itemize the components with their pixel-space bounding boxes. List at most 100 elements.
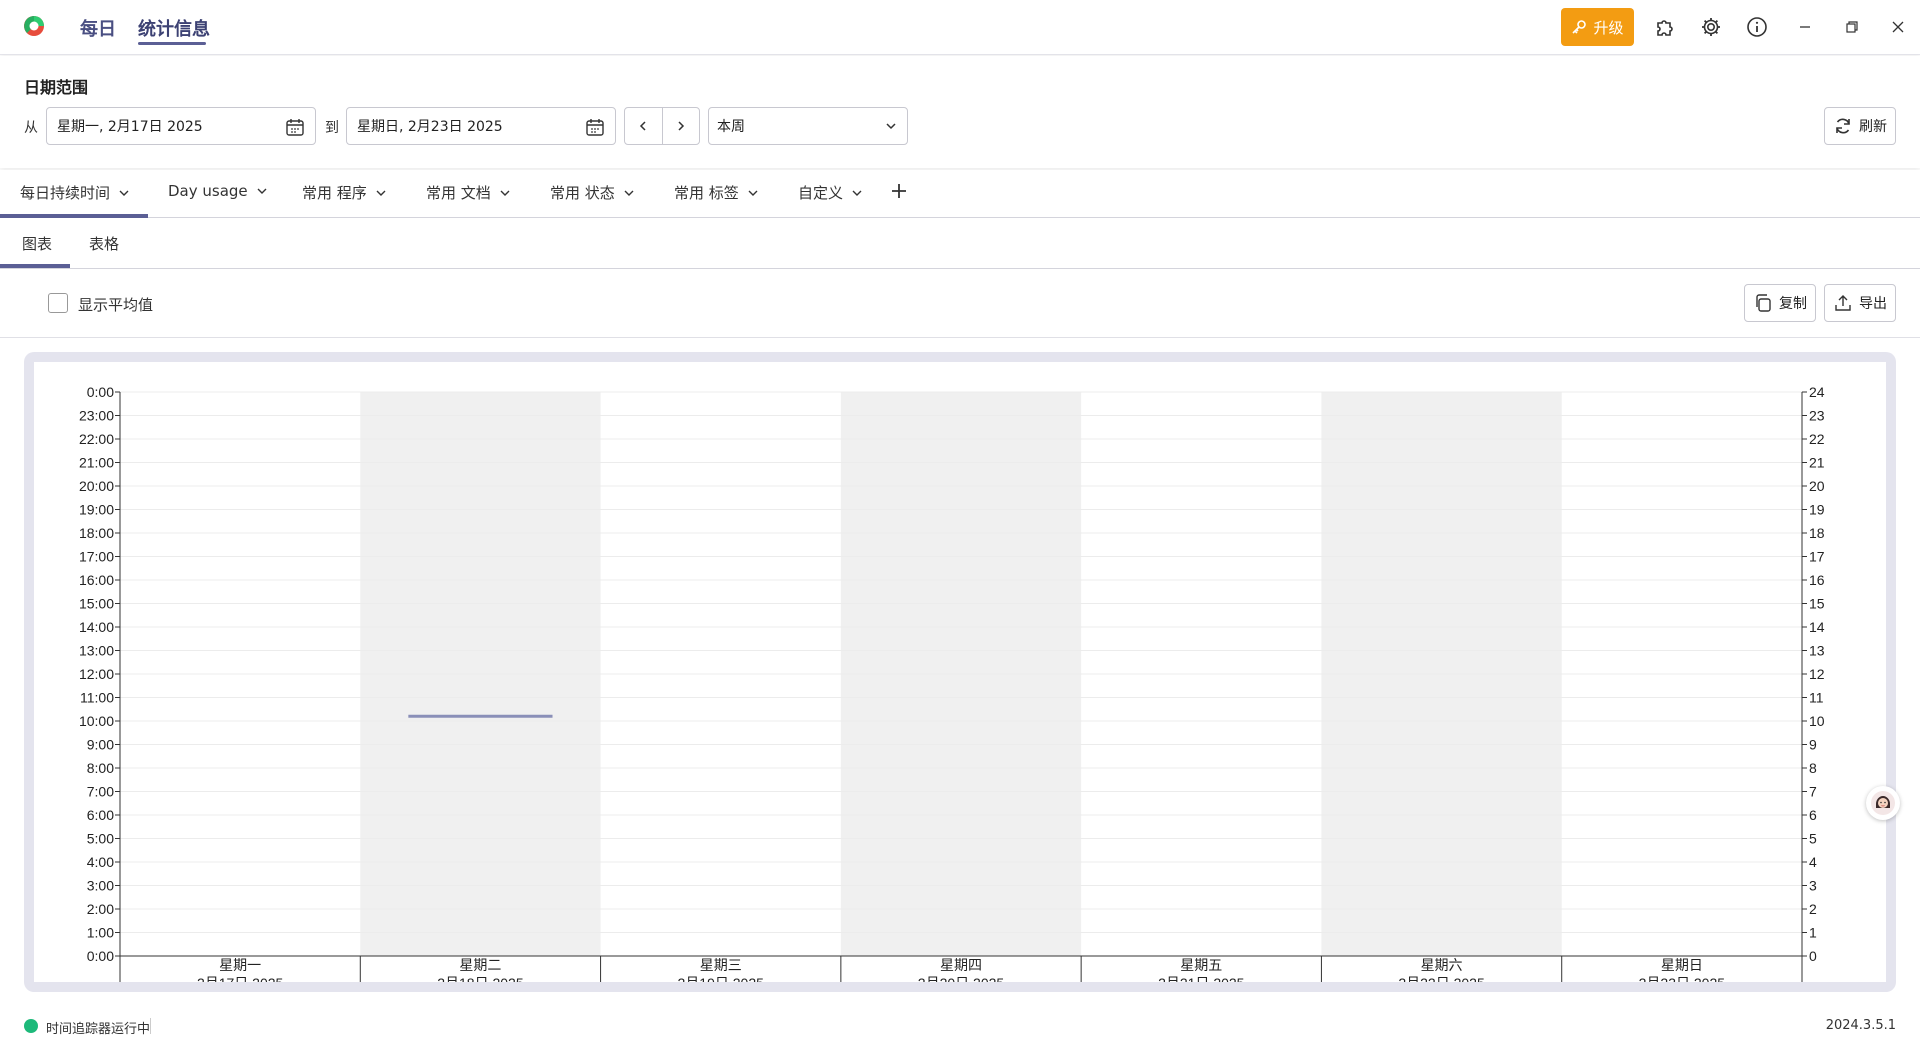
add-tab-button[interactable] — [890, 178, 910, 204]
tab-chart[interactable]: 图表 — [22, 233, 52, 254]
status-separator — [150, 1018, 151, 1034]
to-label: 到 — [325, 120, 339, 136]
y-right-tick-label: 20 — [1809, 478, 1825, 494]
upgrade-button[interactable]: 升级 — [1561, 8, 1634, 46]
y-right-tick-label: 12 — [1809, 666, 1825, 682]
y-left-tick-label: 8:00 — [87, 760, 114, 776]
chart-area: 0:00 1:00 2:00 3:00 4:00 5:00 6:00 7:00 8:00 9:00… — [34, 362, 1886, 982]
y-right-tick-label: 22 — [1809, 431, 1825, 447]
tab-daily[interactable]: 每日 — [80, 15, 116, 41]
x-tick-label-weekday: 星期一 — [219, 957, 261, 973]
tab-daily-duration[interactable]: 每日持续时间 — [20, 182, 130, 203]
chart-toolbar: 显示平均值 复制 导出 — [0, 270, 1920, 338]
app-logo-icon — [24, 16, 44, 36]
tracker-status-indicator — [24, 1019, 38, 1033]
y-left-tick-label: 18:00 — [79, 525, 114, 541]
x-tick-label-date: 2月17日 2025 — [197, 975, 284, 982]
x-tick-label-weekday: 星期三 — [700, 957, 742, 973]
x-tick-label-weekday: 星期四 — [940, 957, 982, 973]
title-bar: 每日 统计信息 升级 — [0, 0, 1920, 55]
restore-icon[interactable] — [1839, 14, 1865, 40]
y-left-tick-label: 11:00 — [80, 690, 114, 706]
copy-icon — [1756, 294, 1771, 312]
y-left-tick-label: 10:00 — [79, 713, 114, 729]
tab-common-documents[interactable]: 常用 文档 — [426, 182, 511, 203]
chevron-down-icon — [624, 190, 634, 196]
y-left-tick-label: 3:00 — [87, 878, 114, 894]
y-right-tick-label: 14 — [1809, 619, 1825, 635]
puzzle-icon[interactable] — [1652, 14, 1678, 40]
y-left-tick-label: 1:00 — [87, 925, 114, 941]
y-right-tick-label: 18 — [1809, 525, 1825, 541]
x-tick-label-weekday: 星期六 — [1421, 957, 1463, 973]
to-date-field[interactable]: 星期日, 2月23日 2025 — [346, 107, 616, 145]
y-right-tick-label: 0 — [1809, 948, 1817, 964]
y-right-tick-label: 1 — [1809, 925, 1817, 941]
next-period-button[interactable] — [663, 108, 700, 144]
tab-common-tags[interactable]: 常用 标签 — [674, 182, 759, 203]
y-left-tick-label: 23:00 — [79, 408, 114, 424]
y-right-tick-label: 16 — [1809, 572, 1825, 588]
tab-common-status[interactable]: 常用 状态 — [550, 182, 635, 203]
y-right-tick-label: 19 — [1809, 502, 1825, 518]
chevron-left-icon — [640, 121, 646, 131]
y-left-tick-label: 13:00 — [79, 643, 114, 659]
y-left-tick-label: 22:00 — [79, 431, 114, 447]
y-right-tick-label: 8 — [1809, 760, 1817, 776]
x-tick-label-date: 2月21日 2025 — [1158, 975, 1245, 982]
calendar-icon[interactable] — [585, 117, 605, 137]
x-tick-label-date: 2月23日 2025 — [1639, 975, 1726, 982]
y-left-tick-label: 2:00 — [87, 901, 114, 917]
chart-frame: 0:00 1:00 2:00 3:00 4:00 5:00 6:00 7:00 8:00 9:00… — [24, 352, 1896, 992]
tab-table[interactable]: 表格 — [89, 233, 119, 254]
period-preset-select[interactable]: 本周 — [708, 107, 908, 145]
y-right-tick-label: 7 — [1809, 784, 1817, 800]
calendar-icon[interactable] — [285, 117, 305, 137]
tab-label: 自定义 — [798, 184, 844, 202]
export-label: 导出 — [1859, 296, 1887, 312]
tab-day-usage[interactable]: Day usage — [168, 182, 268, 200]
tab-statistics[interactable]: 统计信息 — [138, 15, 210, 41]
from-label: 从 — [24, 120, 38, 136]
y-left-tick-label: 0:00 — [87, 948, 114, 964]
tab-common-programs[interactable]: 常用 程序 — [302, 182, 387, 203]
status-bar: 时间追踪器运行中 2024.3.5.1 — [0, 1010, 1920, 1040]
key-icon — [1572, 20, 1587, 34]
show-average-checkbox[interactable] — [48, 293, 68, 313]
chevron-down-icon — [852, 190, 862, 196]
x-tick-label-weekday: 星期二 — [459, 957, 501, 973]
chevron-down-icon — [748, 190, 758, 196]
chevron-right-icon — [678, 121, 684, 131]
close-icon[interactable] — [1885, 14, 1911, 40]
refresh-label: 刷新 — [1859, 119, 1887, 135]
tab-label: 常用 状态 — [550, 184, 615, 202]
info-icon[interactable] — [1744, 14, 1770, 40]
tab-custom[interactable]: 自定义 — [798, 182, 863, 203]
tab-label: Day usage — [168, 182, 248, 200]
daily-duration-chart: 0:00 1:00 2:00 3:00 4:00 5:00 6:00 7:00 8:00 9:00… — [79, 384, 1825, 982]
show-average-label: 显示平均值 — [78, 296, 154, 314]
from-date-field[interactable]: 星期一, 2月17日 2025 — [46, 107, 316, 145]
y-right-tick-label: 2 — [1809, 901, 1817, 917]
y-left-tick-label: 16:00 — [79, 572, 114, 588]
copy-label: 复制 — [1779, 296, 1807, 312]
active-tab-indicator — [138, 42, 206, 45]
x-tick-label-date: 2月20日 2025 — [918, 975, 1005, 982]
y-left-tick-label: 5:00 — [87, 831, 114, 847]
chevron-down-icon — [257, 188, 267, 194]
y-right-tick-label: 13 — [1809, 643, 1825, 659]
refresh-button[interactable]: 刷新 — [1824, 107, 1896, 145]
previous-period-button[interactable] — [625, 108, 663, 144]
date-range-panel: 日期范围 从 星期一, 2月17日 2025 到 星期日, 2月23日 2025… — [0, 56, 1920, 168]
tab-label: 常用 程序 — [302, 184, 367, 202]
x-tick-label-date: 2月18日 2025 — [437, 975, 524, 982]
copy-button[interactable]: 复制 — [1744, 284, 1816, 322]
tracker-status-text: 时间追踪器运行中 — [46, 1022, 151, 1037]
y-left-tick-label: 9:00 — [87, 737, 114, 753]
x-tick-label-weekday: 星期五 — [1180, 957, 1222, 973]
minimize-icon[interactable] — [1792, 14, 1818, 40]
assistant-avatar[interactable] — [1866, 786, 1900, 820]
gear-icon[interactable] — [1698, 14, 1724, 40]
y-right-tick-label: 9 — [1809, 737, 1817, 753]
export-button[interactable]: 导出 — [1824, 284, 1896, 322]
